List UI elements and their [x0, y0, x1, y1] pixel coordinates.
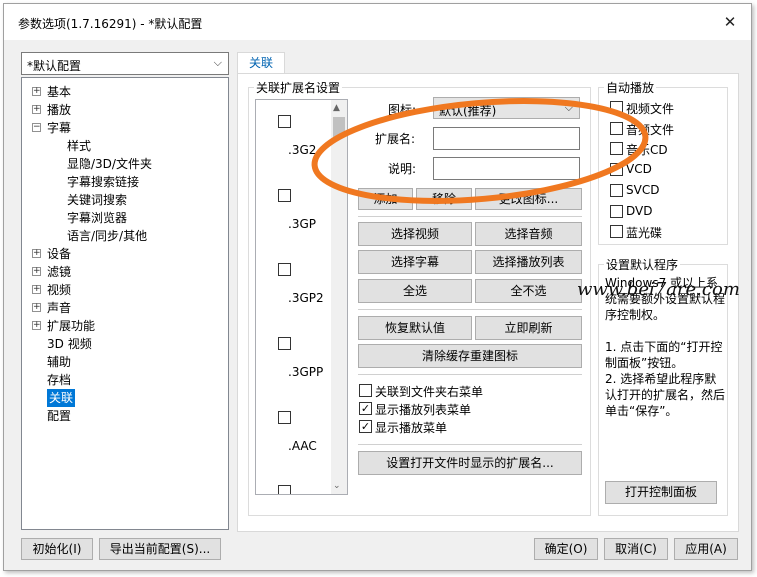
watermark-text: www.bei7are.com: [577, 279, 740, 300]
highlight-ellipse: [311, 98, 649, 204]
